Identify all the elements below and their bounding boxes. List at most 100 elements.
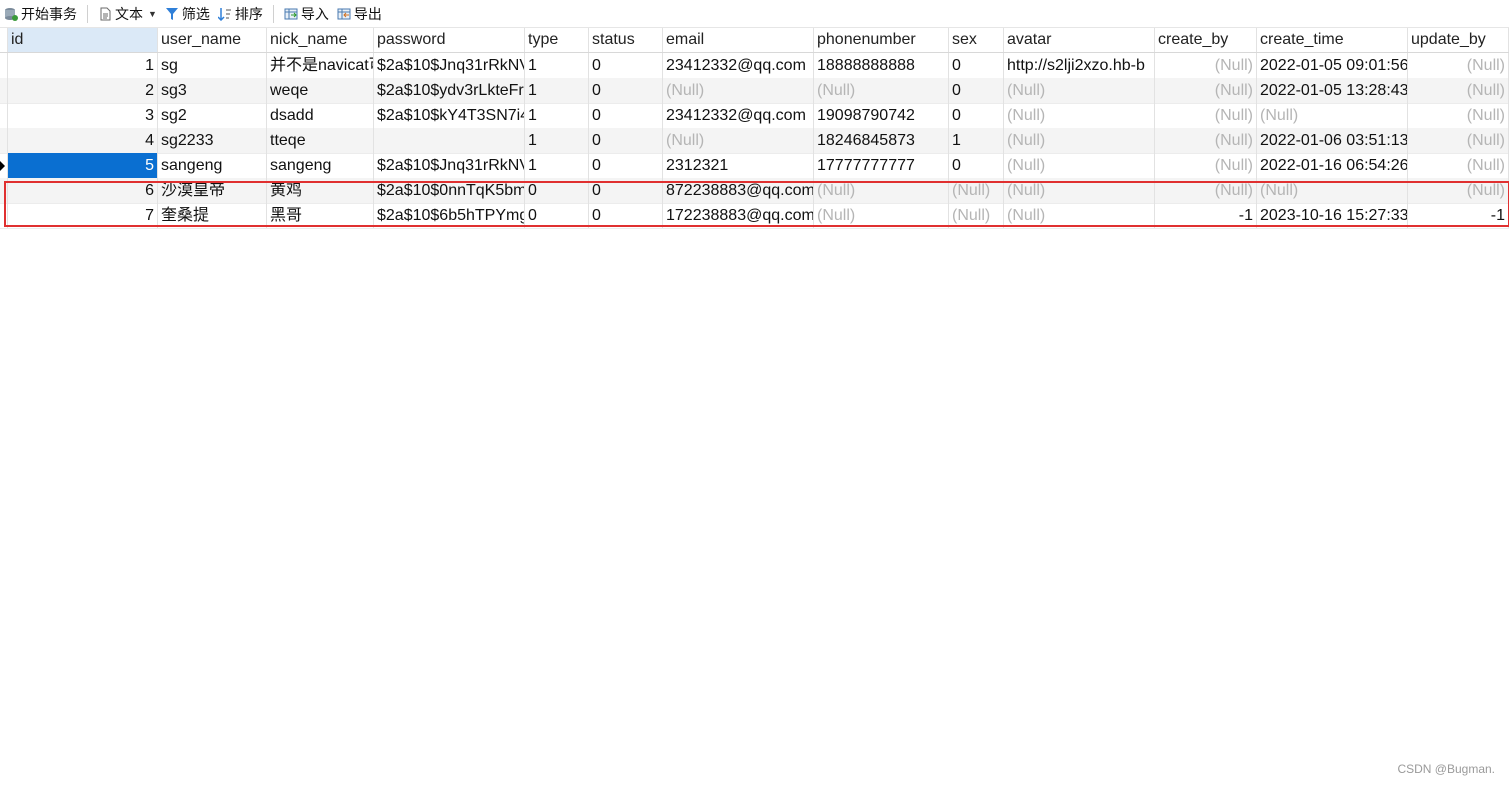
cell-id[interactable]: 5 — [8, 153, 158, 178]
cell-password[interactable] — [374, 128, 525, 153]
chevron-down-icon[interactable]: ▼ — [148, 9, 157, 19]
column-header-email[interactable]: email — [663, 28, 814, 52]
cell-create-by[interactable]: -1 — [1155, 203, 1257, 228]
cell-user-name[interactable]: sangeng — [158, 153, 267, 178]
cell-phonenumber[interactable]: (Null) — [814, 178, 949, 203]
cell-create-time[interactable]: (Null) — [1257, 178, 1408, 203]
cell-email[interactable]: 872238883@qq.com — [663, 178, 814, 203]
cell-sex[interactable]: 1 — [949, 128, 1004, 153]
cell-id[interactable]: 3 — [8, 103, 158, 128]
cell-sex[interactable]: 0 — [949, 153, 1004, 178]
cell-id[interactable]: 6 — [8, 178, 158, 203]
filter-button[interactable]: 筛选 — [161, 0, 214, 27]
cell-phonenumber[interactable]: 19098790742 — [814, 103, 949, 128]
cell-update-by[interactable]: (Null) — [1408, 153, 1509, 178]
cell-password[interactable]: $2a$10$6b5hTPYmg — [374, 203, 525, 228]
row-marker[interactable] — [0, 103, 8, 128]
cell-user-name[interactable]: 奎桑提 — [158, 203, 267, 228]
column-header-status[interactable]: status — [589, 28, 663, 52]
row-marker[interactable] — [0, 128, 8, 153]
cell-type[interactable]: 1 — [525, 103, 589, 128]
column-header-password[interactable]: password — [374, 28, 525, 52]
cell-sex[interactable]: (Null) — [949, 178, 1004, 203]
cell-create-by[interactable]: (Null) — [1155, 78, 1257, 103]
cell-type[interactable]: 0 — [525, 178, 589, 203]
cell-user-name[interactable]: sg2233 — [158, 128, 267, 153]
cell-nick-name[interactable]: sangeng — [267, 153, 374, 178]
cell-avatar[interactable]: (Null) — [1004, 78, 1155, 103]
sort-button[interactable]: 排序 — [214, 0, 267, 27]
cell-id[interactable]: 2 — [8, 78, 158, 103]
column-header-avatar[interactable]: avatar — [1004, 28, 1155, 52]
table-row[interactable]: 1 sg 并不是navicat可 $2a$10$Jnq31rRkNV 1 0 2341233… — [0, 53, 1509, 79]
table-row[interactable]: 5 sangeng sangeng $2a$10$Jnq31rRkNV 1 0 231232… — [0, 153, 1509, 179]
table-row[interactable]: 2 sg3 weqe $2a$10$ydv3rLkteFr 1 0 (Null) (Null)… — [0, 78, 1509, 104]
column-header-user-name[interactable]: user_name — [158, 28, 267, 52]
column-header-phonenumber[interactable]: phonenumber — [814, 28, 949, 52]
row-marker[interactable] — [0, 53, 8, 78]
cell-create-by[interactable]: (Null) — [1155, 128, 1257, 153]
cell-status[interactable]: 0 — [589, 103, 663, 128]
cell-status[interactable]: 0 — [589, 53, 663, 78]
column-header-id[interactable]: id — [8, 28, 158, 52]
cell-avatar[interactable]: (Null) — [1004, 178, 1155, 203]
cell-status[interactable]: 0 — [589, 128, 663, 153]
cell-type[interactable]: 1 — [525, 53, 589, 78]
cell-update-by[interactable]: (Null) — [1408, 78, 1509, 103]
cell-create-time[interactable]: 2023-10-16 15:27:33 — [1257, 203, 1408, 228]
cell-phonenumber[interactable]: 18888888888 — [814, 53, 949, 78]
table-row[interactable]: 4 sg2233 tteqe 1 0 (Null) 18246845873 1 (Null) (N… — [0, 128, 1509, 154]
table-row[interactable]: 6 沙漠皇帝 黄鸡 $2a$10$0nnTqK5bm 0 0 872238883@qq.co… — [0, 178, 1509, 204]
cell-create-by[interactable]: (Null) — [1155, 53, 1257, 78]
cell-create-by[interactable]: (Null) — [1155, 103, 1257, 128]
cell-create-by[interactable]: (Null) — [1155, 153, 1257, 178]
column-header-sex[interactable]: sex — [949, 28, 1004, 52]
cell-avatar[interactable]: (Null) — [1004, 153, 1155, 178]
cell-update-by[interactable]: (Null) — [1408, 103, 1509, 128]
import-button[interactable]: 导入 — [280, 0, 333, 27]
cell-sex[interactable]: 0 — [949, 103, 1004, 128]
cell-email[interactable]: (Null) — [663, 128, 814, 153]
cell-nick-name[interactable]: tteqe — [267, 128, 374, 153]
cell-email[interactable]: 172238883@qq.com — [663, 203, 814, 228]
row-marker[interactable] — [0, 203, 8, 228]
cell-sex[interactable]: (Null) — [949, 203, 1004, 228]
cell-password[interactable]: $2a$10$ydv3rLkteFr — [374, 78, 525, 103]
cell-email[interactable]: 2312321 — [663, 153, 814, 178]
cell-type[interactable]: 0 — [525, 203, 589, 228]
cell-create-time[interactable]: 2022-01-05 13:28:43 — [1257, 78, 1408, 103]
row-marker[interactable] — [0, 178, 8, 203]
export-button[interactable]: 导出 — [333, 0, 386, 27]
cell-type[interactable]: 1 — [525, 78, 589, 103]
cell-user-name[interactable]: sg3 — [158, 78, 267, 103]
column-header-create-by[interactable]: create_by — [1155, 28, 1257, 52]
cell-user-name[interactable]: sg — [158, 53, 267, 78]
cell-update-by[interactable]: -1 — [1408, 203, 1509, 228]
cell-password[interactable]: $2a$10$Jnq31rRkNV — [374, 53, 525, 78]
cell-create-time[interactable]: 2022-01-16 06:54:26 — [1257, 153, 1408, 178]
cell-update-by[interactable]: (Null) — [1408, 53, 1509, 78]
cell-email[interactable]: 23412332@qq.com — [663, 53, 814, 78]
cell-id[interactable]: 7 — [8, 203, 158, 228]
cell-id[interactable]: 4 — [8, 128, 158, 153]
cell-type[interactable]: 1 — [525, 153, 589, 178]
cell-status[interactable]: 0 — [589, 78, 663, 103]
cell-update-by[interactable]: (Null) — [1408, 178, 1509, 203]
begin-transaction-button[interactable]: 开始事务 — [0, 0, 81, 27]
cell-create-time[interactable]: 2022-01-06 03:51:13 — [1257, 128, 1408, 153]
cell-phonenumber[interactable]: (Null) — [814, 78, 949, 103]
cell-nick-name[interactable]: dsadd — [267, 103, 374, 128]
cell-avatar[interactable]: (Null) — [1004, 128, 1155, 153]
cell-type[interactable]: 1 — [525, 128, 589, 153]
cell-email[interactable]: 23412332@qq.com — [663, 103, 814, 128]
cell-user-name[interactable]: sg2 — [158, 103, 267, 128]
cell-create-time[interactable]: 2022-01-05 09:01:56 — [1257, 53, 1408, 78]
cell-phonenumber[interactable]: (Null) — [814, 203, 949, 228]
cell-password[interactable]: $2a$10$Jnq31rRkNV — [374, 153, 525, 178]
cell-sex[interactable]: 0 — [949, 78, 1004, 103]
cell-create-by[interactable]: (Null) — [1155, 178, 1257, 203]
column-header-update-by[interactable]: update_by — [1408, 28, 1509, 52]
cell-id[interactable]: 1 — [8, 53, 158, 78]
column-header-nick-name[interactable]: nick_name — [267, 28, 374, 52]
row-marker[interactable] — [0, 153, 8, 178]
